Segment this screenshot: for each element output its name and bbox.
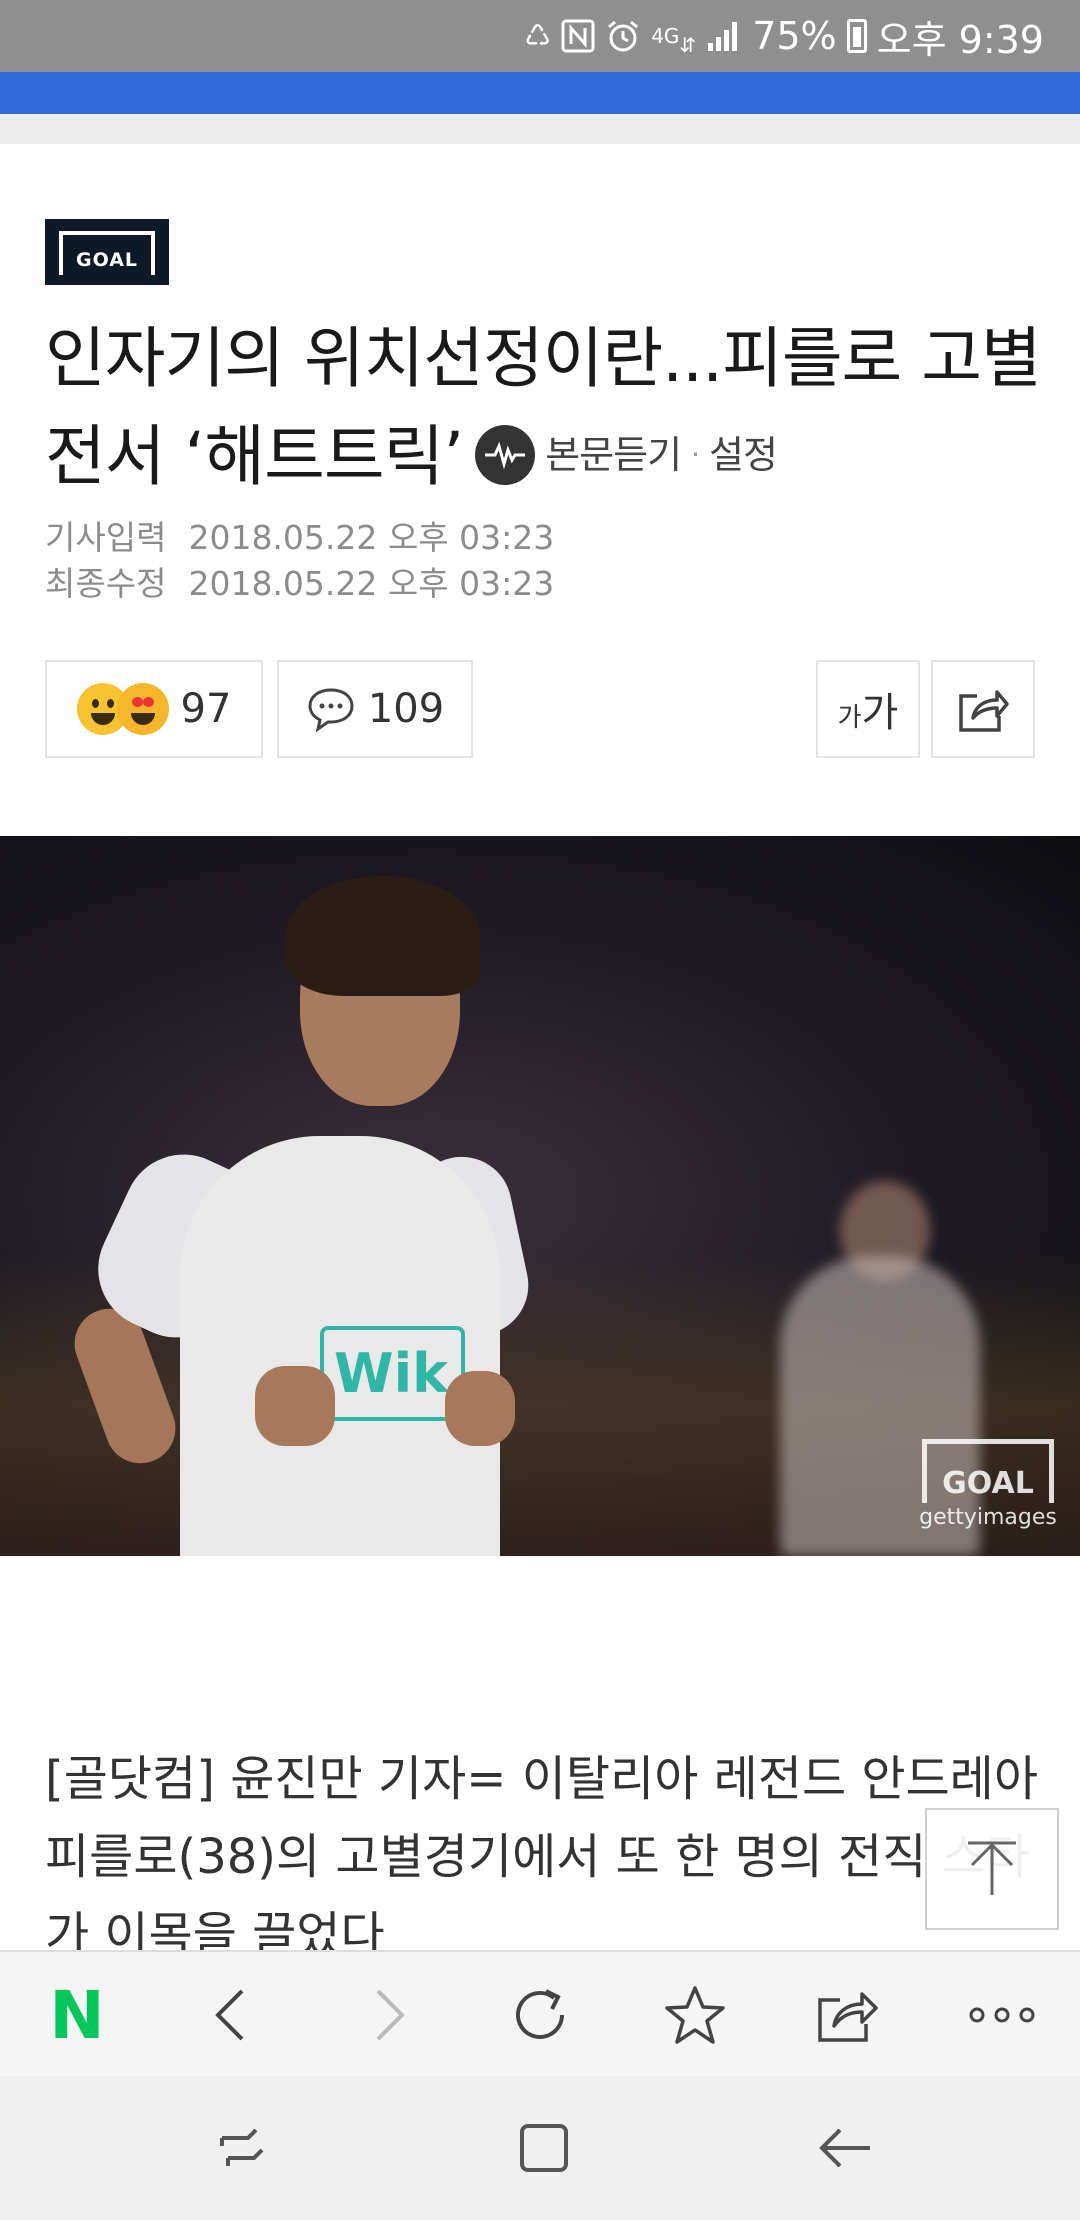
listen-button[interactable]: 본문듣기: [545, 406, 682, 504]
network-icon: 4G ⇵: [651, 24, 697, 57]
published-value: 2018.05.22 오후 03:23: [188, 518, 555, 557]
status-bar: ♺ 4G ⇵ 75% 오후 9:39: [0, 0, 1080, 72]
battery-icon: [846, 19, 867, 53]
photo-watermark: GOAL gettyimages: [914, 1439, 1062, 1530]
signal-icon: [706, 19, 742, 53]
shirt-sponsor: Wik: [320, 1326, 465, 1421]
font-size-button[interactable]: 가가: [816, 660, 920, 758]
recent-apps-button[interactable]: [182, 2076, 302, 2220]
modified-label: 최종수정: [45, 564, 167, 603]
browser-toolbar: N: [0, 1950, 1080, 2076]
share-button[interactable]: [931, 660, 1035, 758]
back-arrow-icon: [819, 2128, 870, 2168]
watermark-frame: GOAL: [922, 1439, 1054, 1503]
share-icon: [818, 1992, 878, 2042]
toolbar-share-button[interactable]: [797, 1952, 897, 2078]
article-title: 인자기의 위치선정이란...피를로 고별전서 ‘해트트릭’ 본문듣기 · 설정: [45, 310, 1045, 510]
system-back-button[interactable]: [786, 2076, 906, 2220]
settings-link[interactable]: 설정: [709, 406, 778, 504]
player-fist-right: [445, 1371, 515, 1446]
comment-button[interactable]: 109: [277, 660, 473, 758]
reaction-button[interactable]: 97: [45, 660, 263, 758]
reload-icon: [516, 1989, 564, 2039]
more-dots-icon: [969, 2007, 1035, 2023]
status-icons: ♺ 4G ⇵ 75% 오후 9:39: [524, 0, 1044, 72]
reload-button[interactable]: [490, 1952, 590, 2078]
article-body: [골닷컴] 윤진만 기자= 이탈리아 레전드 안드레아 피를로(38)의 고별경…: [45, 1751, 1039, 1963]
watermark-goal: GOAL: [942, 1466, 1034, 1501]
modified-value: 2018.05.22 오후 03:23: [188, 564, 555, 603]
nfc-icon: [561, 19, 595, 53]
article-dates: 기사입력 2018.05.22 오후 03:23 최종수정 2018.05.22 오…: [45, 515, 554, 607]
naver-logo-icon: N: [49, 1976, 105, 2054]
audio-wave-icon[interactable]: [475, 424, 536, 485]
font-size-label: 가가: [838, 680, 899, 738]
alarm-icon: [605, 18, 641, 54]
share-icon: [959, 690, 1009, 732]
goal-logo-text: GOAL: [75, 249, 139, 271]
home-square-icon: [520, 2124, 568, 2172]
top-app-bar: [0, 72, 1080, 114]
goal-logo[interactable]: GOAL: [45, 219, 169, 285]
font-size-large: 가: [861, 690, 899, 736]
recycle-icon: ♺: [524, 18, 552, 54]
article-photo[interactable]: Wik GOAL gettyimages: [0, 836, 1080, 1556]
network-type: 4G: [651, 24, 680, 48]
heart-eyes-emoji-icon: [116, 683, 169, 735]
system-nav-bar: [0, 2076, 1080, 2220]
watermark-credit: gettyimages: [919, 1505, 1057, 1530]
chevron-left-icon: [215, 1989, 244, 2041]
player-fist-left: [255, 1366, 335, 1446]
published-label: 기사입력: [45, 518, 167, 557]
listen-tools: 본문듣기 · 설정: [475, 406, 778, 504]
chevron-right-icon: [376, 1989, 405, 2041]
reaction-count: 97: [180, 686, 232, 732]
font-size-small: 가: [837, 703, 862, 733]
star-icon: [665, 1986, 725, 2044]
arrow-up-icon: [968, 1841, 1016, 1895]
published-row: 기사입력 2018.05.22 오후 03:23: [45, 515, 554, 561]
battery-percent: 75%: [752, 14, 837, 58]
comment-bubble-icon: [308, 688, 354, 732]
back-button[interactable]: [180, 1952, 280, 2078]
bookmark-button[interactable]: [645, 1952, 745, 2078]
naver-home-button[interactable]: N: [27, 1952, 127, 2078]
comment-count: 109: [367, 686, 445, 732]
home-button[interactable]: [484, 2076, 604, 2220]
more-button[interactable]: [952, 1952, 1052, 2078]
clock: 오후 9:39: [876, 17, 1044, 62]
separator-dot: ·: [691, 437, 700, 471]
header-divider: [0, 114, 1080, 144]
modified-row: 최종수정 2018.05.22 오후 03:23: [45, 561, 554, 607]
scroll-to-top-button[interactable]: [925, 1808, 1059, 1930]
player-hair: [285, 876, 480, 996]
forward-button[interactable]: [340, 1952, 440, 2078]
recent-apps-icon: [220, 2128, 264, 2166]
